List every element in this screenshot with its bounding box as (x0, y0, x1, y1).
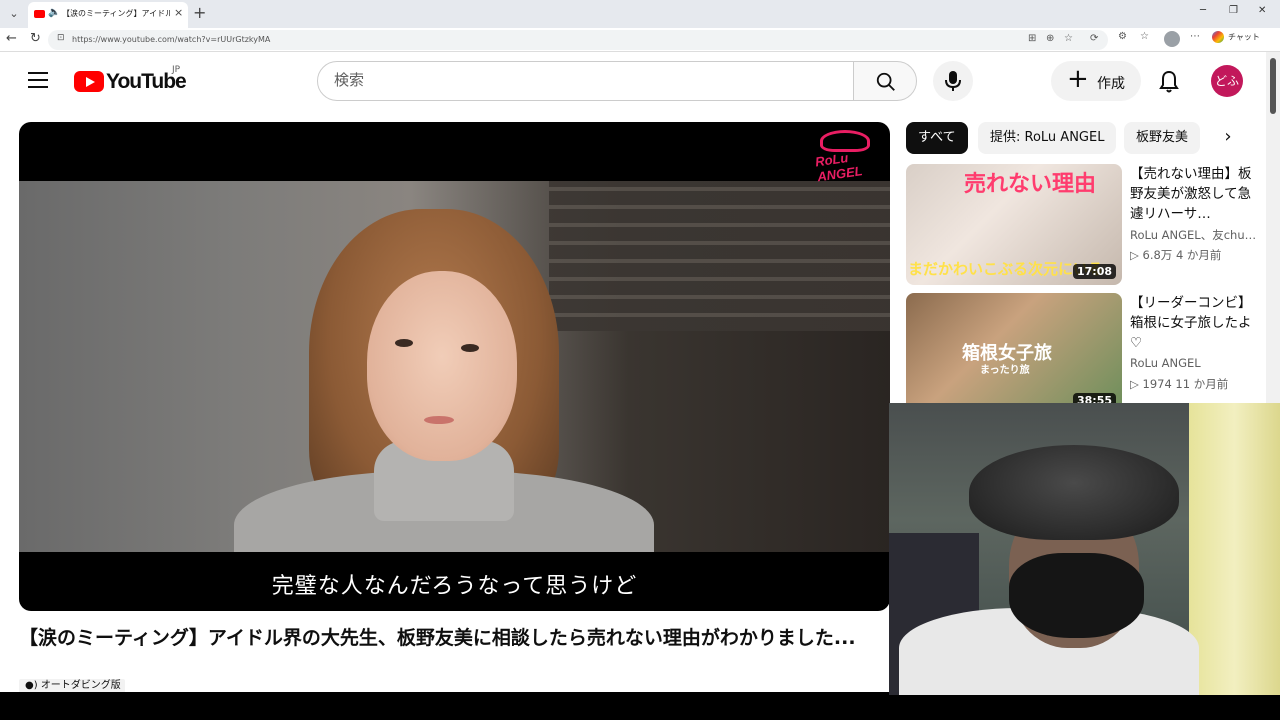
filter-chips: すべて 提供: RoLu ANGEL 板野友美 (906, 122, 1246, 154)
webcam-overlay (889, 403, 1280, 695)
speaker-icon[interactable]: 🔈 (48, 7, 60, 18)
microphone-icon (945, 71, 961, 91)
reload-icon[interactable]: ↻ (30, 31, 41, 46)
video-title: 【涙のミーティング】アイドル界の大先生、板野友美に相談したら売れない理由がわかり… (19, 627, 856, 649)
address-toolbar: ← ↻ ⊡ https://www.youtube.com/watch?v=rU… (0, 28, 1280, 52)
plus-icon: + (1067, 64, 1089, 94)
video-subtitle: 完璧な人なんだろうなって思うけど (271, 574, 638, 599)
tab-bar: ⌄ 🔈 【涙のミーティング】アイドル界の大先生 × + ─ ❐ ✕ (0, 0, 1280, 28)
chat-button[interactable]: チャット (1212, 31, 1260, 49)
extensions-icon[interactable]: ⚙ (1118, 31, 1127, 42)
recommendation-channel[interactable]: RoLu ANGEL (1130, 356, 1201, 370)
chip-all[interactable]: すべて (906, 122, 968, 154)
zoom-icon[interactable]: ⊕ (1046, 33, 1054, 44)
more-icon[interactable]: ⋯ (1190, 31, 1200, 42)
video-duration: 17:08 (1072, 264, 1116, 279)
browser-tab[interactable]: 🔈 【涙のミーティング】アイドル界の大先生 × (28, 2, 188, 28)
recommendation-title[interactable]: 【リーダーコンビ】箱根に女子旅したよ♡ (1130, 293, 1254, 353)
youtube-header: YouTube JP + 作成 どふ (0, 52, 1266, 112)
video-thumbnail[interactable]: 売れない理由 まだかわいこぶる次元にいる 17:08 (906, 164, 1122, 285)
back-arrow-icon[interactable]: ← (6, 31, 17, 46)
search-button[interactable] (853, 61, 917, 101)
chevron-right-icon[interactable]: › (1216, 126, 1240, 150)
create-label: 作成 (1097, 76, 1125, 92)
menu-icon[interactable] (28, 72, 48, 88)
create-button[interactable]: + 作成 (1051, 61, 1141, 101)
chip-provided-by[interactable]: 提供: RoLu ANGEL (978, 122, 1117, 154)
recommendation-meta: ▷ 1974 11 か月前 (1130, 377, 1229, 391)
search-icon (876, 72, 895, 91)
notifications-bell-icon[interactable] (1157, 70, 1181, 98)
tab-list-chevron-icon[interactable]: ⌄ (4, 4, 24, 24)
dub-icon: ●) (25, 680, 41, 691)
auto-dubbing-badge: ●) オートダビング版 (19, 679, 125, 692)
chat-label: チャット (1228, 32, 1260, 42)
site-info-icon[interactable]: ⊡ (57, 33, 65, 43)
voice-search-button[interactable] (933, 61, 973, 101)
recommendation-meta: ▷ 6.8万 4 か月前 (1130, 248, 1222, 262)
search-input[interactable] (334, 71, 834, 89)
tab-title: 【涙のミーティング】アイドル界の大先生 (62, 9, 170, 18)
restore-icon[interactable]: ❐ (1229, 5, 1238, 16)
copilot-icon (1212, 31, 1224, 43)
app-available-icon[interactable]: ⊞ (1028, 33, 1036, 44)
recommendation-item[interactable]: 売れない理由 まだかわいこぶる次元にいる 17:08 【売れない理由】板野友美が… (906, 164, 1266, 285)
profile-icon[interactable] (1164, 31, 1180, 47)
address-bar[interactable]: ⊡ https://www.youtube.com/watch?v=rUUrGt… (48, 30, 1108, 50)
recommendation-channel[interactable]: RoLu ANGEL、友chu… (1130, 227, 1256, 243)
search-box[interactable] (317, 61, 854, 101)
dub-label: オートダビング版 (40, 680, 121, 691)
video-thumbnail[interactable]: 箱根女子旅 まったり旅 38:55 (906, 293, 1122, 414)
video-player[interactable]: RoLu ANGEL 完璧な人なんだろうなって思うけど (19, 122, 890, 611)
thumb-text-top: 売れない理由 (964, 172, 1097, 197)
play-logo-icon (74, 71, 104, 92)
minimize-icon[interactable]: ─ (1200, 5, 1206, 16)
favorites-icon[interactable]: ☆ (1140, 31, 1149, 42)
chip-itano[interactable]: 板野友美 (1124, 122, 1201, 154)
tab-close-icon[interactable]: × (174, 6, 183, 19)
new-tab-button[interactable]: + (193, 3, 206, 22)
scrollbar-thumb[interactable] (1270, 58, 1276, 114)
url-text[interactable]: https://www.youtube.com/watch?v=rUUrGtzk… (72, 35, 270, 44)
channel-badge-text: RoLu ANGEL (814, 149, 864, 185)
thumb-text-bottom: まったり旅 (980, 365, 1030, 376)
close-window-icon[interactable]: ✕ (1258, 5, 1266, 16)
favorite-star-icon[interactable]: ☆ (1064, 33, 1073, 44)
video-frame[interactable] (19, 181, 890, 552)
refresh-extension-icon[interactable]: ⟳ (1090, 33, 1098, 44)
recommendation-title[interactable]: 【売れない理由】板野友美が激怒して急遽リハーサ… (1130, 164, 1254, 224)
channel-watermark-logo: RoLu ANGEL (814, 128, 880, 184)
avatar[interactable]: どふ (1211, 65, 1243, 97)
youtube-favicon-icon (34, 10, 45, 18)
country-code: JP (172, 65, 181, 75)
recommendation-item[interactable]: 箱根女子旅 まったり旅 38:55 【リーダーコンビ】箱根に女子旅したよ♡ Ro… (906, 293, 1266, 414)
